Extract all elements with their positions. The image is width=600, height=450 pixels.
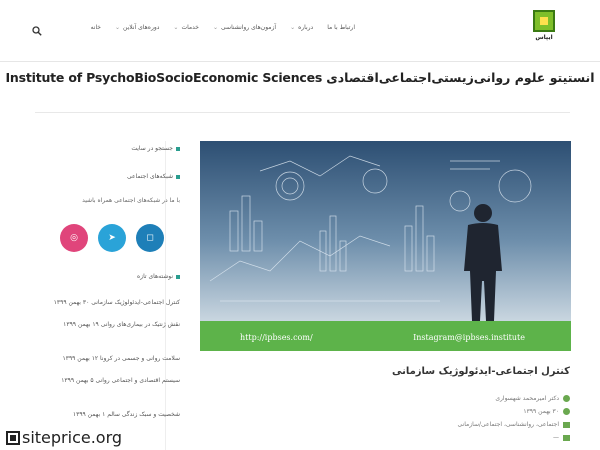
sidebar-search-label: جستجو در سایت [131,145,173,152]
menu-item-label: ارتباط با ما [327,24,355,31]
menu-item-contact[interactable]: ارتباط با ما [327,24,355,31]
folder-icon [563,421,570,428]
recent-post-link[interactable]: نقش ژنتیک در بیماری‌های روانی ۱۹ بهمن ۱۳… [63,321,180,328]
author-text: دکتر امیرمحمد شهسواری [495,395,559,402]
siteprice-logo-icon [6,430,20,445]
sidebar: جستجو در سایت شبکه‌های اجتماعی با ما در … [30,141,180,441]
chevron-down-icon: ⌄ [290,24,296,31]
logo-text: ایپاس [535,34,553,41]
recent-post-link[interactable]: کنترل اجتماعی-ایدئولوژیک سازمانی ۳۰ بهمن… [54,299,180,306]
top-navigation: ایپاس خانه دوره‌های آنلاین ⌄ خدمات ⌄ آزم… [0,0,600,62]
search-icon[interactable] [32,26,42,36]
bullet-icon [176,174,180,179]
bullet-icon [176,146,180,151]
recent-post-link[interactable]: سلامت روانی و جسمی در کرونا ۱۲ بهمن ۱۳۹۹ [63,355,181,362]
chevron-down-icon: ⌄ [173,24,179,31]
menu-item-label: درباره [298,24,314,31]
menu-item-about[interactable]: درباره ⌄ [290,24,313,31]
sidebar-recent-heading: نوشته‌های تازه [137,273,180,280]
chevron-down-icon: ⌄ [213,24,219,31]
featured-image[interactable]: http://ipbses.com/ Instagram@ipbses.inst… [200,141,571,351]
hero-url-text: http://ipbses.com/ [240,333,313,342]
hero-illustration [200,141,571,321]
recent-post-link[interactable]: سیستم اقتصادی و اجتماعی روانی ۵ بهمن ۱۳۹… [61,377,180,384]
clock-icon [563,408,570,415]
bullet-icon [176,274,180,279]
menu-item-label: خدمات [181,24,200,31]
site-logo[interactable]: ایپاس [526,10,562,50]
hero-instagram-text: Instagram@ipbses.institute [413,333,525,342]
categories-text: اجتماعی، روانشناسی، اجتماعی/سازمانی [457,421,559,428]
sidebar-social-heading: شبکه‌های اجتماعی [127,173,180,180]
date-text: ۳۰ بهمن ۱۳۹۹ [523,408,559,415]
menu-item-label: خانه [90,24,102,31]
menu-item-label: آزمون‌های روانشناسی [221,24,277,31]
logo-mark-icon [533,10,555,32]
post-author[interactable]: دکتر امیرمحمد شهسواری [495,395,570,402]
post-categories[interactable]: اجتماعی، روانشناسی، اجتماعی/سازمانی [458,421,570,428]
divider [35,112,570,113]
website-icon[interactable]: ◎ [60,224,88,252]
site-title[interactable]: Institute of PsychoBioSocioEconomic Scie… [0,70,600,85]
recent-heading-text: نوشته‌های تازه [137,273,173,280]
social-description: با ما در شبکه‌های اجتماعی همراه باشید [82,197,180,204]
siteprice-watermark: siteprice.org [6,428,122,447]
post-date: ۳۰ بهمن ۱۳۹۹ [523,408,570,415]
watermark-text: siteprice.org [22,428,123,447]
social-icons: ◎ ➤ ◻ [60,224,164,252]
recent-post-link[interactable]: شخصیت و سبک زندگی سالم ۱ بهمن ۱۳۹۹ [73,411,180,418]
menu-item-psychology-tests[interactable]: آزمون‌های روانشناسی ⌄ [213,24,276,31]
menu-item-online-courses[interactable]: دوره‌های آنلاین ⌄ [115,24,159,31]
menu-item-services[interactable]: خدمات ⌄ [173,24,199,31]
tag-icon [563,434,570,441]
post-title[interactable]: کنترل اجتماعی-ایدئولوژیک سازمانی [392,366,570,377]
chevron-down-icon: ⌄ [115,24,121,31]
social-heading-text: شبکه‌های اجتماعی [126,173,173,180]
hero-banner: http://ipbses.com/ Instagram@ipbses.inst… [200,321,571,351]
main-menu: خانه دوره‌های آنلاین ⌄ خدمات ⌄ آزمون‌های… [91,24,355,31]
sidebar-search-heading[interactable]: جستجو در سایت [131,145,180,152]
instagram-icon[interactable]: ◻ [136,224,164,252]
post-tags[interactable]: — [553,434,570,441]
menu-item-label: دوره‌های آنلاین [123,24,160,31]
user-icon [563,395,570,402]
telegram-icon[interactable]: ➤ [98,224,126,252]
menu-item-home[interactable]: خانه [91,24,101,31]
tags-text: — [553,434,559,441]
